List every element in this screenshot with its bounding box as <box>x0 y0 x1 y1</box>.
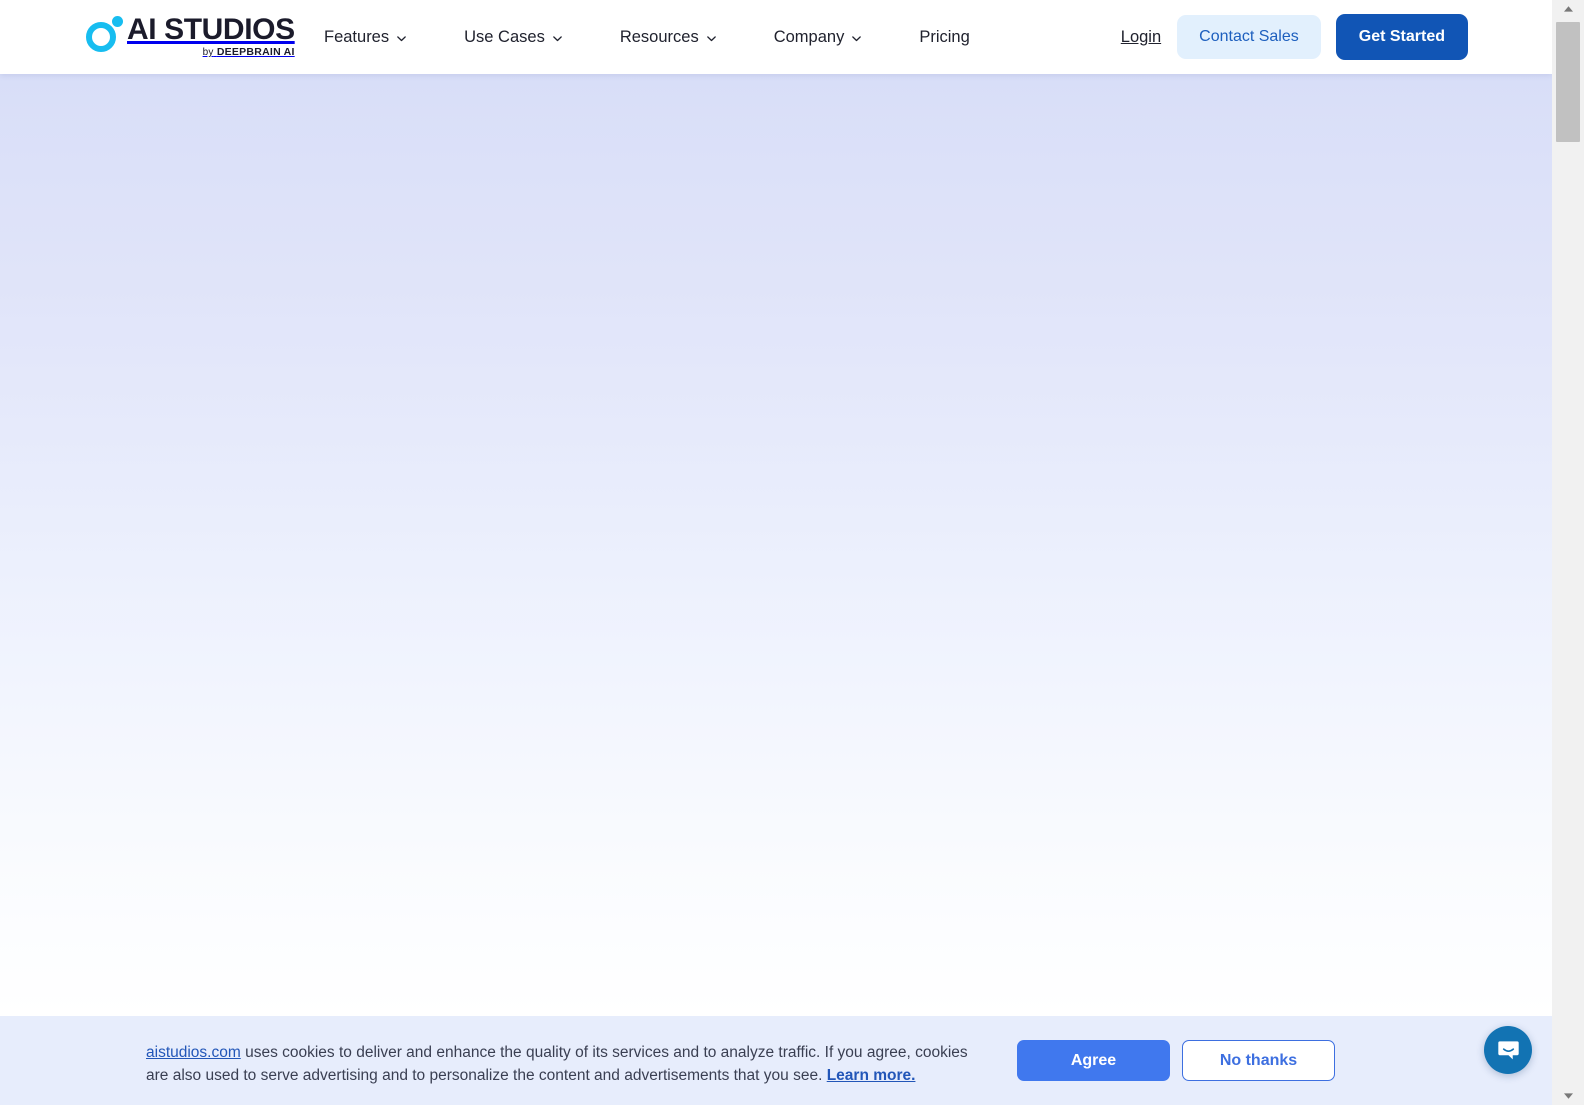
main-navigation: Features Use Cases Resources Company Pri… <box>324 0 970 74</box>
vertical-scrollbar[interactable] <box>1552 0 1584 1105</box>
chevron-down-icon <box>706 33 717 44</box>
logo-wordmark: AI STUDIOS by DEEPBRAIN AI <box>127 13 295 59</box>
scrollbar-down-button[interactable] <box>1552 1087 1584 1105</box>
chevron-down-icon <box>851 33 862 44</box>
cookie-domain-link[interactable]: aistudios.com <box>146 1044 241 1061</box>
agree-button[interactable]: Agree <box>1017 1040 1170 1081</box>
scrollbar-thumb[interactable] <box>1556 22 1580 142</box>
nav-item-features[interactable]: Features <box>324 20 407 55</box>
chevron-down-icon <box>552 33 563 44</box>
nav-item-label: Pricing <box>919 27 970 46</box>
cookie-consent-banner: aistudios.com uses cookies to deliver an… <box>0 1016 1552 1105</box>
logo-by-word: by <box>202 47 214 58</box>
site-header: AI STUDIOS by DEEPBRAIN AI Features Use … <box>0 0 1552 74</box>
get-started-button[interactable]: Get Started <box>1335 14 1468 60</box>
caret-up-icon <box>1563 5 1574 13</box>
browser-viewport: AI STUDIOS by DEEPBRAIN AI Features Use … <box>0 0 1584 1105</box>
chat-bubble-smile-icon <box>1496 1038 1521 1063</box>
chat-launcher-button[interactable] <box>1484 1026 1532 1074</box>
login-link[interactable]: Login <box>1121 28 1161 47</box>
nav-item-pricing[interactable]: Pricing <box>919 20 969 55</box>
caret-down-icon <box>1563 1092 1574 1100</box>
ai-studios-logo-icon <box>86 16 124 54</box>
page-content: AI STUDIOS by DEEPBRAIN AI Features Use … <box>0 0 1552 1105</box>
nav-item-use-cases[interactable]: Use Cases <box>464 20 563 55</box>
no-thanks-button[interactable]: No thanks <box>1182 1040 1335 1081</box>
cookie-consent-text: aistudios.com uses cookies to deliver an… <box>146 1042 991 1087</box>
logo-parent-brand-name: DEEPBRAIN AI <box>216 46 295 58</box>
nav-item-label: Use Cases <box>464 27 545 46</box>
chevron-down-icon <box>396 33 407 44</box>
logo-name: AI STUDIOS <box>127 13 295 46</box>
nav-item-company[interactable]: Company <box>774 20 863 55</box>
contact-sales-button[interactable]: Contact Sales <box>1177 15 1321 59</box>
hero-section <box>0 74 1552 1016</box>
nav-item-label: Company <box>773 27 845 46</box>
nav-item-resources[interactable]: Resources <box>620 20 717 55</box>
learn-more-link[interactable]: Learn more. <box>827 1067 916 1084</box>
logo-link[interactable]: AI STUDIOS by DEEPBRAIN AI <box>86 13 295 59</box>
logo-parent-brand: by DEEPBRAIN AI <box>203 46 295 59</box>
header-actions: Login Contact Sales Get Started <box>1121 0 1468 74</box>
nav-item-label: Resources <box>619 27 699 46</box>
scrollbar-up-button[interactable] <box>1552 0 1584 18</box>
cookie-action-buttons: Agree No thanks <box>1017 1040 1335 1081</box>
nav-item-label: Features <box>324 27 390 46</box>
